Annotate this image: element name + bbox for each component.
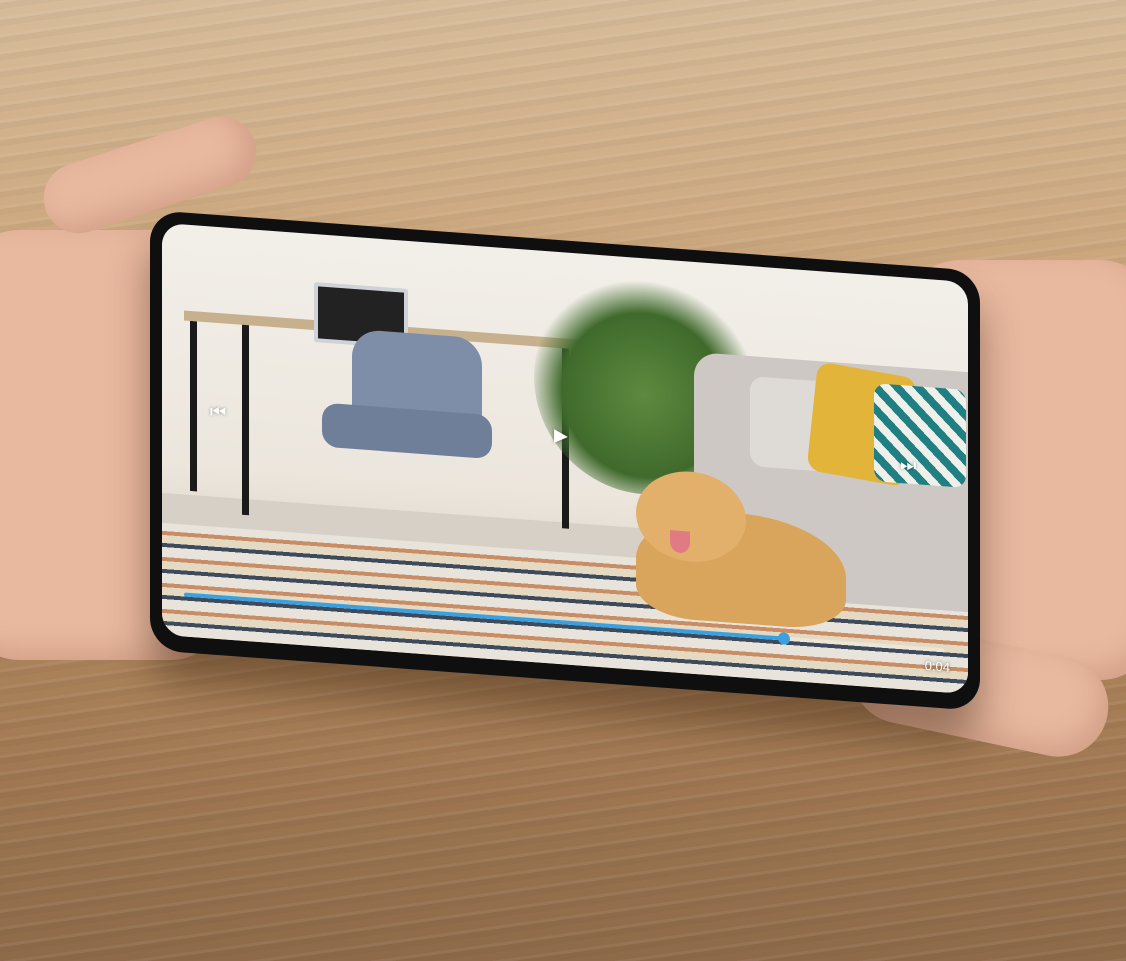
scene-pillow	[874, 383, 966, 488]
scene-dog-tongue	[670, 530, 690, 554]
time-display: 0:04	[924, 657, 950, 675]
previous-track-icon[interactable]: ⏮	[210, 401, 226, 422]
smartphone: ⏮ ▶ ⏭ 0:04	[150, 210, 980, 711]
phone-body: ⏮ ▶ ⏭ 0:04	[150, 210, 980, 711]
desk-leg	[190, 320, 197, 492]
play-icon[interactable]: ▶	[554, 425, 568, 446]
desk-leg	[242, 324, 249, 516]
video-player-screen[interactable]: ⏮ ▶ ⏭ 0:04	[162, 222, 968, 695]
next-track-icon[interactable]: ⏭	[900, 454, 916, 475]
